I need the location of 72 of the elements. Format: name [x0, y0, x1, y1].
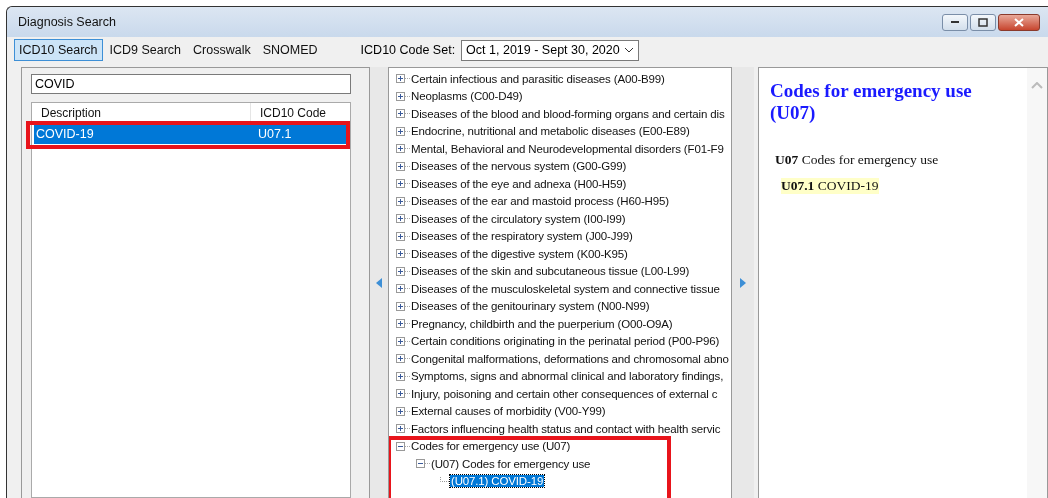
caret-icon — [624, 47, 635, 53]
tree-item[interactable]: Diseases of the circulatory system (I00-I99) — [410, 212, 627, 225]
expand-icon[interactable] — [396, 406, 410, 416]
tree-item[interactable]: Diseases of the digestive system (K00-K95) — [410, 247, 629, 260]
result-row[interactable]: COVID-19 U07.1 — [34, 124, 346, 144]
code-set-dropdown[interactable]: Oct 1, 2019 - Sept 30, 2020 — [461, 39, 640, 61]
expand-icon[interactable] — [396, 126, 410, 136]
expand-icon[interactable] — [396, 109, 410, 119]
maximize-icon — [978, 17, 988, 27]
tree-item[interactable]: Symptoms, signs and abnormal clinical and laboratory findings, — [410, 370, 725, 383]
table-cell-text: U07.1 — [257, 127, 292, 141]
code-entry: U07.1 COVID-19 — [781, 178, 879, 194]
expand-icon[interactable] — [396, 284, 410, 294]
expand-icon[interactable] — [396, 389, 410, 399]
tree-item[interactable]: Codes for emergency use (U07) — [410, 440, 572, 453]
tree-item[interactable]: Diseases of the ear and mastoid process (H60-H95) — [410, 195, 670, 208]
close-button[interactable] — [998, 13, 1040, 31]
collapse-icon[interactable] — [396, 441, 410, 451]
tree-item[interactable]: Diseases of the blood and blood-forming organs and certain dis — [410, 107, 726, 120]
expand-icon[interactable] — [396, 196, 410, 206]
tree-item[interactable]: Factors influencing health status and contact with health servic — [410, 422, 722, 435]
tree-item[interactable]: Certain infectious and parasitic diseases (A00-B99) — [410, 72, 666, 85]
expand-icon[interactable] — [396, 336, 410, 346]
maximize-button[interactable] — [970, 13, 996, 31]
tree-item[interactable]: Pregnancy, childbirth and the puerperium (O00-O9A) — [410, 317, 674, 330]
expand-icon[interactable] — [396, 319, 410, 329]
tree-item[interactable]: Diseases of the musculoskeletal system and connective tissue — [410, 282, 721, 295]
expand-icon[interactable] — [396, 266, 410, 276]
window-title: Diagnosis Search — [18, 15, 117, 29]
tree-item[interactable]: Diseases of the eye and adnexa (H00-H59) — [410, 177, 628, 190]
tab[interactable]: Crosswalk — [188, 39, 256, 61]
column-header[interactable]: ICD10 Code — [251, 103, 327, 121]
expand-icon[interactable] — [396, 161, 410, 171]
code-entry: U07 Codes for emergency use — [775, 152, 939, 168]
expand-icon[interactable] — [396, 179, 410, 189]
expand-icon[interactable] — [396, 74, 410, 84]
expand-icon[interactable] — [396, 91, 410, 101]
expand-icon[interactable] — [396, 231, 410, 241]
minimize-icon — [950, 20, 960, 24]
tree-item[interactable]: Neoplasms (C00-D49) — [410, 90, 524, 103]
expand-right-icon[interactable] — [740, 277, 746, 288]
collapse-icon[interactable] — [416, 459, 430, 469]
tree-item[interactable]: Diseases of the respiratory system (J00-J99) — [410, 230, 634, 243]
expand-icon[interactable] — [396, 371, 410, 381]
expand-icon[interactable] — [396, 144, 410, 154]
tree-item[interactable]: (U07.1) COVID-19 — [450, 475, 545, 488]
code-set-label: ICD10 Code Set: — [360, 43, 456, 57]
tree-item[interactable]: Diseases of the skin and subcutaneous tissue (L00-L99) — [410, 265, 691, 278]
expand-icon[interactable] — [396, 354, 410, 364]
column-header[interactable]: Description — [32, 103, 251, 121]
search-field[interactable]: COVID — [31, 74, 351, 94]
expand-icon[interactable] — [396, 249, 410, 259]
tree-item[interactable]: Certain conditions originating in the perinatal period (P00-P96) — [410, 335, 721, 348]
collapse-left-icon[interactable] — [376, 277, 382, 288]
tree-item[interactable]: Diseases of the nervous system (G00-G99) — [410, 160, 628, 173]
tab[interactable]: ICD9 Search — [104, 39, 187, 61]
tree-item[interactable]: Endocrine, nutritional and metabolic diseases (E00-E89) — [410, 125, 691, 138]
expand-icon[interactable] — [396, 424, 410, 434]
table-cell-text: COVID-19 — [35, 127, 95, 141]
tree-item[interactable]: Mental, Behavioral and Neurodevelopmental disorders (F01-F9 — [410, 142, 725, 155]
expand-icon[interactable] — [396, 214, 410, 224]
tree-item[interactable]: Congenital malformations, deformations and chromosomal abno — [410, 352, 730, 365]
tree-item[interactable]: (U07) Codes for emergency use — [430, 457, 592, 470]
close-icon — [1014, 17, 1024, 27]
tree-item[interactable]: External causes of morbidity (V00-Y99) — [410, 405, 607, 418]
tab[interactable]: ICD10 Search — [14, 39, 103, 61]
tree-item[interactable]: Diseases of the genitourinary system (N00-N99) — [410, 300, 651, 313]
detail-heading: Codes for emergency use (U07) — [770, 80, 973, 124]
expand-icon[interactable] — [396, 301, 410, 311]
tab[interactable]: SNOMED — [257, 39, 323, 61]
minimize-button[interactable] — [942, 13, 968, 31]
tree-item[interactable]: Injury, poisoning and certain other consequences of external c — [410, 387, 719, 400]
